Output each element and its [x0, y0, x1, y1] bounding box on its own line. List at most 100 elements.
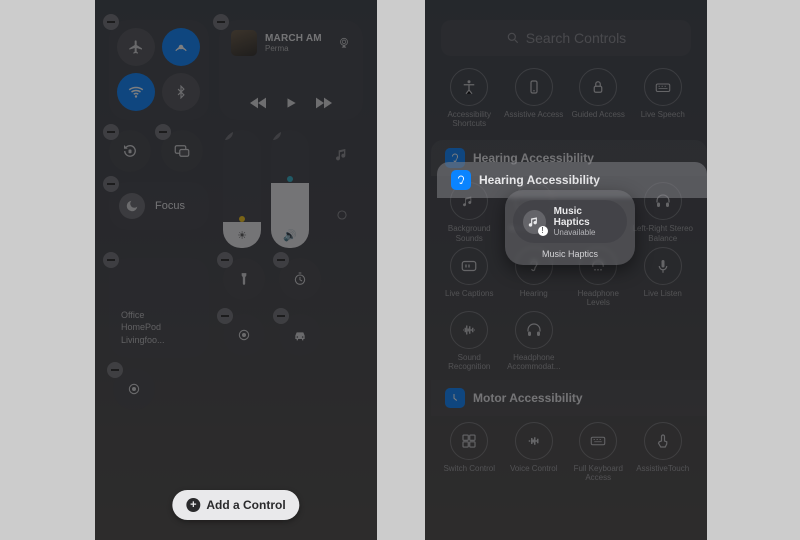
search-icon	[506, 31, 520, 45]
control-assistive-touch[interactable]: AssistiveTouch	[633, 422, 694, 482]
timer-button[interactable]	[279, 258, 321, 300]
previous-track-button[interactable]	[250, 97, 266, 109]
music-haptics-icon: !	[523, 210, 546, 234]
record-icon	[126, 381, 142, 397]
screen-mirroring-icon	[173, 142, 191, 160]
keyboard-speech-icon	[654, 78, 672, 96]
shazam-button[interactable]	[279, 314, 321, 356]
bluetooth-icon	[174, 85, 188, 99]
warning-badge-icon: !	[538, 226, 548, 236]
remove-icon[interactable]	[217, 252, 233, 268]
airdrop-icon	[172, 38, 190, 56]
empty-slot[interactable]	[321, 190, 363, 240]
control-voice-control[interactable]: Voice Control	[504, 422, 565, 482]
airplay-icon[interactable]	[337, 36, 351, 50]
brightness-slider[interactable]: ☀	[223, 130, 261, 248]
home-line: HomePod	[121, 322, 197, 333]
touch-icon	[654, 432, 672, 450]
remove-icon[interactable]	[223, 130, 233, 140]
airplane-mode-toggle[interactable]	[117, 28, 155, 66]
popover-subtitle: Unavailable	[554, 228, 617, 237]
wifi-icon	[127, 83, 145, 101]
grid-icon	[460, 432, 478, 450]
album-art	[231, 30, 257, 56]
lock-icon	[589, 78, 607, 96]
control-guided-access[interactable]: Guided Access	[568, 68, 629, 128]
remove-icon[interactable]	[273, 308, 289, 324]
sun-icon: ☀	[223, 229, 261, 242]
orientation-lock-icon	[121, 142, 139, 160]
control-live-speech[interactable]: Live Speech	[633, 68, 694, 128]
captions-icon	[460, 257, 478, 275]
add-control-button[interactable]: + Add a Control	[172, 490, 299, 520]
next-track-button[interactable]	[316, 97, 332, 109]
search-input[interactable]: Search Controls	[441, 20, 691, 56]
music-haptics-pill[interactable]: ! Music Haptics Unavailable	[513, 200, 627, 243]
airplane-icon	[128, 39, 144, 55]
flashlight-icon	[237, 272, 251, 286]
control-full-keyboard-access[interactable]: Full Keyboard Access	[568, 422, 629, 482]
media-artist: Perma	[265, 44, 322, 53]
remove-icon[interactable]	[103, 252, 119, 268]
remove-icon[interactable]	[273, 252, 289, 268]
moon-icon	[119, 193, 145, 219]
extra-button[interactable]	[113, 368, 155, 410]
volume-slider[interactable]: 🔊	[271, 130, 309, 248]
add-control-label: Add a Control	[206, 498, 285, 512]
music-note-icon	[334, 147, 350, 163]
remove-icon[interactable]	[103, 176, 119, 192]
accessibility-icon	[460, 78, 478, 96]
control-assistive-access[interactable]: Assistive Access	[504, 68, 565, 128]
popover-title: Music Haptics	[554, 206, 617, 228]
music-haptics-popover[interactable]: ! Music Haptics Unavailable Music Haptic…	[505, 190, 635, 265]
control-headphone-accommodations[interactable]: Headphone Accommodat...	[504, 311, 565, 371]
camera-icon	[236, 327, 252, 343]
control-live-listen[interactable]: Live Listen	[633, 247, 694, 307]
remove-icon[interactable]	[155, 124, 171, 140]
waveform-icon	[460, 321, 478, 339]
control-accessibility-shortcuts[interactable]: Accessibility Shortcuts	[439, 68, 500, 128]
assistive-access-icon	[525, 78, 543, 96]
motor-accessibility-header: Motor Accessibility	[431, 380, 707, 416]
orientation-lock-button[interactable]	[109, 130, 151, 172]
screen-mirroring-button[interactable]	[161, 130, 203, 172]
remove-icon[interactable]	[213, 14, 229, 30]
keyboard-icon	[589, 432, 607, 450]
controls-gallery-screen: Search Controls Accessibility Shortcuts …	[425, 0, 707, 540]
play-button[interactable]	[284, 96, 298, 110]
flashlight-button[interactable]	[223, 258, 265, 300]
car-icon	[292, 327, 308, 343]
top-controls-row: Accessibility Shortcuts Assistive Access…	[425, 68, 707, 128]
camera-button[interactable]	[223, 314, 265, 356]
plus-icon: +	[186, 498, 200, 512]
remove-icon[interactable]	[103, 124, 119, 140]
focus-tile[interactable]: Focus	[109, 182, 209, 230]
remove-icon[interactable]	[271, 130, 281, 140]
control-center-edit-screen: MARCH AM Perma	[95, 0, 377, 540]
airdrop-toggle[interactable]	[162, 28, 200, 66]
voice-icon	[525, 432, 543, 450]
now-playing-tile[interactable]: MARCH AM Perma	[219, 20, 363, 120]
bluetooth-toggle[interactable]	[162, 73, 200, 111]
wifi-toggle[interactable]	[117, 73, 155, 111]
control-live-captions[interactable]: Live Captions	[439, 247, 500, 307]
remove-icon[interactable]	[217, 308, 233, 324]
remove-icon[interactable]	[107, 362, 123, 378]
control-sound-recognition[interactable]: Sound Recognition	[439, 311, 500, 371]
mic-icon	[654, 257, 672, 275]
circle-icon	[335, 208, 349, 222]
home-line: Livingfoo...	[121, 335, 197, 346]
control-switch-control[interactable]: Switch Control	[439, 422, 500, 482]
media-title: MARCH AM	[265, 33, 322, 44]
motor-controls-grid: Switch Control Voice Control Full Keyboa…	[425, 422, 707, 482]
home-tile[interactable]: Office HomePod Livingfoo...	[109, 258, 209, 358]
ear-badge-icon	[451, 170, 471, 190]
connectivity-tile[interactable]	[109, 20, 209, 120]
timer-icon	[292, 271, 308, 287]
focus-label: Focus	[155, 200, 185, 212]
speaker-icon: 🔊	[271, 229, 309, 242]
popover-caption: Music Haptics	[542, 249, 598, 259]
empty-slot[interactable]	[321, 130, 363, 180]
motor-badge-icon	[445, 388, 465, 408]
remove-icon[interactable]	[103, 14, 119, 30]
